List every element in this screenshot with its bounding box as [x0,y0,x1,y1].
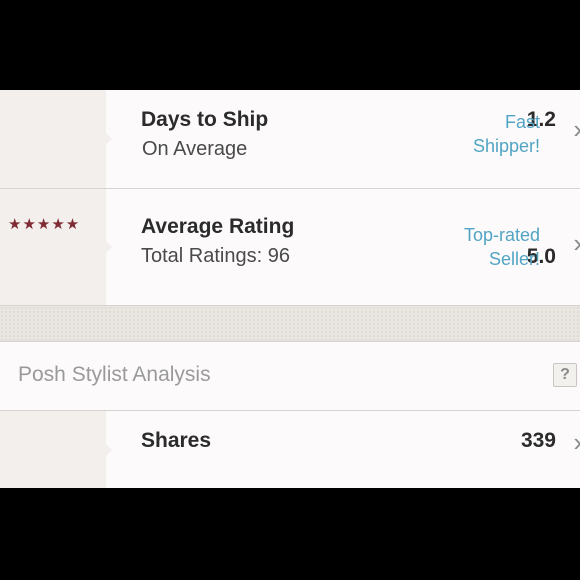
days-to-ship-left-panel [0,90,106,188]
chevron-right-icon[interactable]: › [573,228,580,259]
days-to-ship-title: Days to Ship [141,108,269,131]
fast-shipper-badge: Fast Shipper! [473,110,540,158]
chevron-right-icon[interactable]: › [573,427,580,458]
days-to-ship-subtitle: On Average [142,138,248,160]
section-title: Posh Stylist Analysis [18,363,211,386]
average-rating-row[interactable]: ★★★★★ 5.0 Average Rating Total Ratings: … [0,189,580,305]
shares-row[interactable]: 339 Shares › [0,411,580,488]
average-rating-title: Average Rating [141,215,295,238]
row-pointer-icon [106,241,112,253]
row-pointer-icon [106,133,112,145]
top-rated-badge-line1: Top-rated [463,225,540,245]
shares-value: 339 [520,429,556,452]
section-separator [0,306,580,341]
fast-shipper-badge-line2: Shipper! [472,136,540,156]
fast-shipper-badge-line1: Fast [504,112,540,132]
average-rating-left-panel [0,189,106,305]
star-rating-icon: ★★★★★ [8,216,81,233]
top-rated-badge-line2: Seller! [488,249,540,269]
chevron-right-icon[interactable]: › [573,114,580,145]
total-ratings-text: Total Ratings: 96 [141,245,290,267]
row-pointer-icon [106,444,112,456]
top-rated-seller-badge: Top-rated Seller! [464,223,540,271]
shares-title: Shares [141,429,212,452]
posh-stylist-analysis-header: Posh Stylist Analysis ? [0,342,580,409]
help-icon[interactable]: ? [553,363,577,387]
closet-stats-screen: 1.2 Days to Ship On Average Fast Shipper… [0,90,580,488]
days-to-ship-row[interactable]: 1.2 Days to Ship On Average Fast Shipper… [0,90,580,188]
shares-left-panel [0,411,106,488]
